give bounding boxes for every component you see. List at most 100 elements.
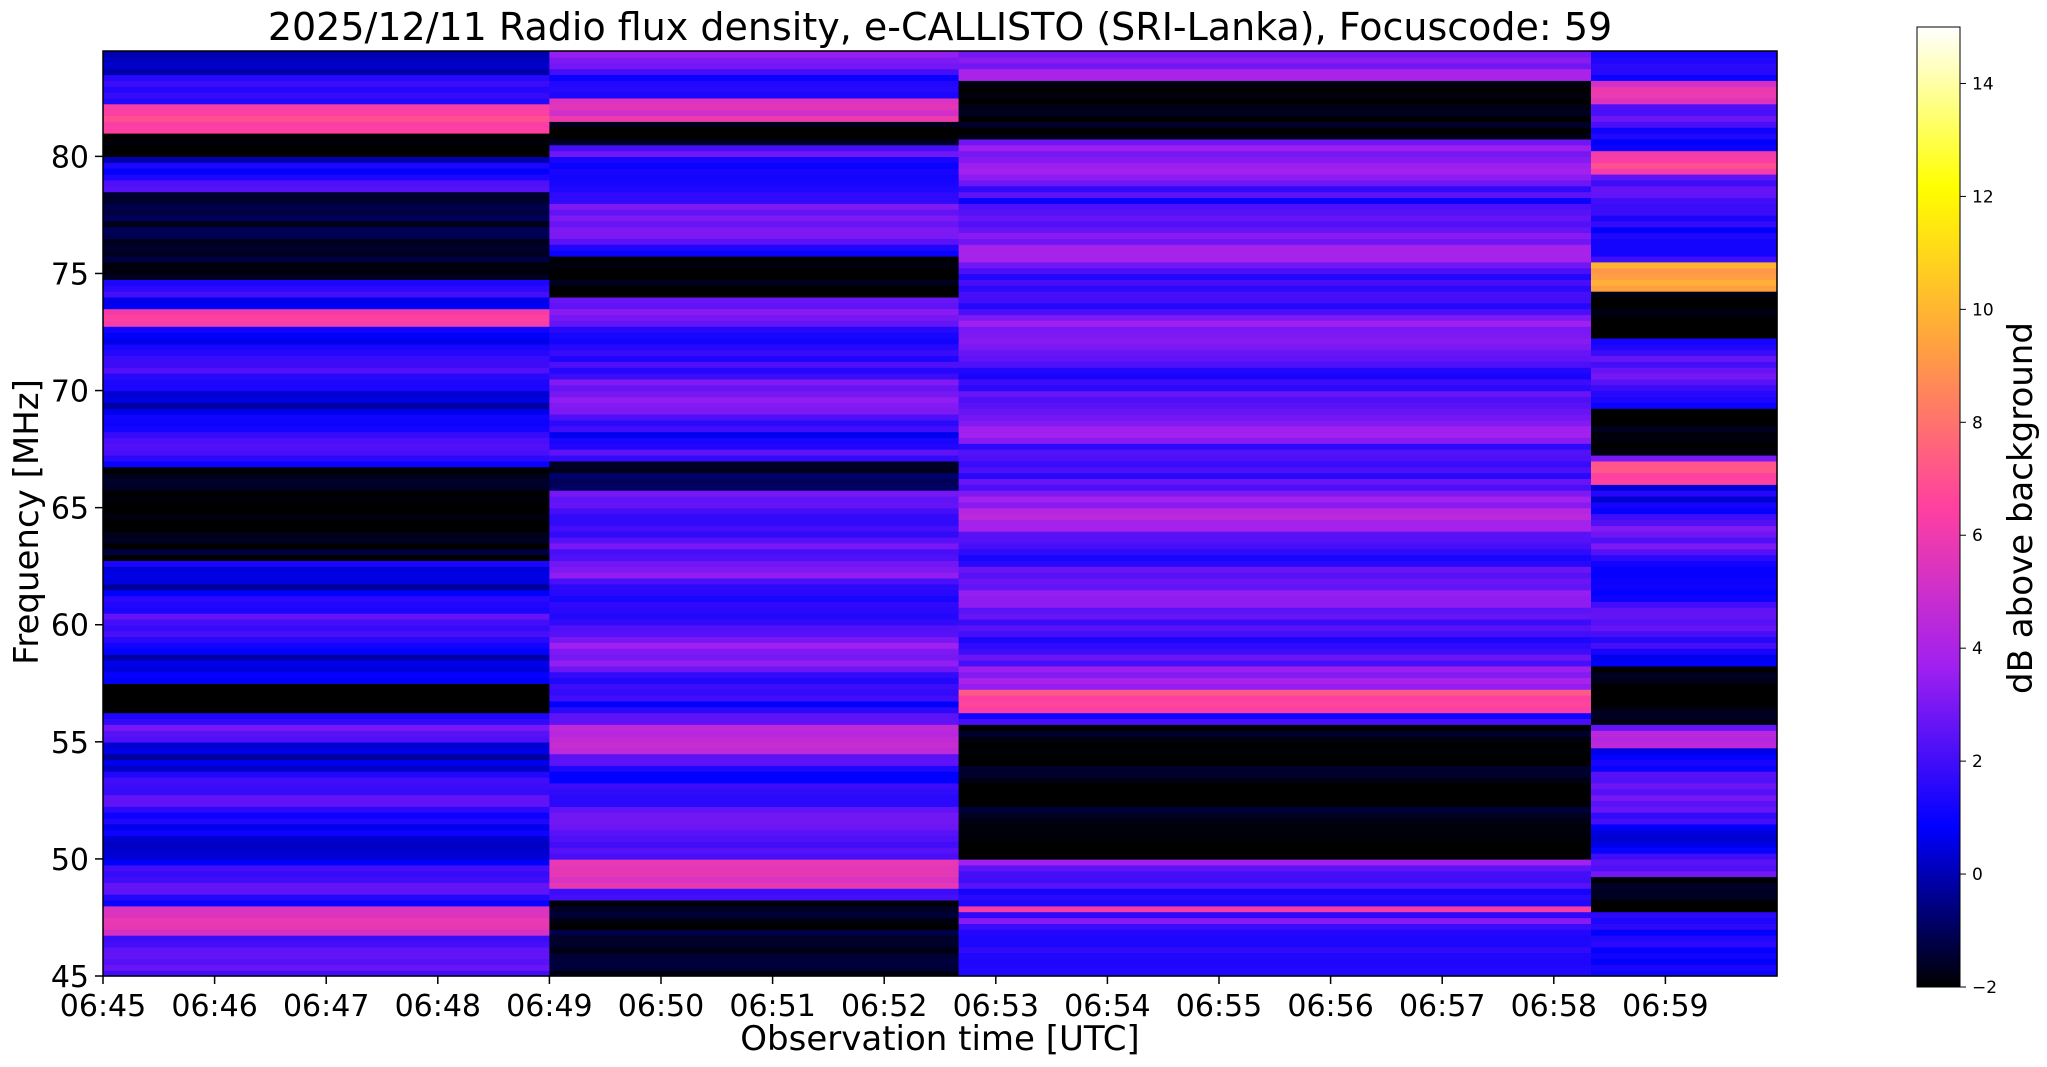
- heatmap-cell: [958, 191, 1592, 198]
- heatmap-cell: [103, 478, 550, 485]
- heatmap-cell: [958, 671, 1592, 679]
- heatmap-cell: [549, 911, 960, 919]
- heatmap-cell: [1591, 624, 1778, 632]
- heatmap-cell: [103, 642, 550, 649]
- heatmap-cell: [103, 162, 550, 169]
- heatmap-cell: [958, 776, 1592, 784]
- heatmap-cell: [103, 279, 550, 286]
- heatmap-cell: [103, 601, 550, 608]
- heatmap-cell: [958, 911, 1592, 919]
- heatmap-cell: [958, 683, 1592, 690]
- heatmap-cell: [1591, 566, 1778, 573]
- heatmap-cell: [549, 677, 960, 684]
- colorbar-tick-label: 12: [1972, 187, 1994, 207]
- heatmap-cell: [103, 168, 550, 175]
- y-axis: 45 50 55 60 65 70 75 80: [51, 140, 103, 995]
- colorbar-gradient: [1916, 26, 1961, 988]
- heatmap-cell: [549, 373, 960, 380]
- heatmap-cell: [549, 601, 960, 608]
- heatmap-cell: [103, 332, 550, 339]
- heatmap-cell: [549, 800, 960, 807]
- heatmap-cell: [103, 86, 550, 93]
- heatmap-cell: [549, 642, 960, 649]
- heatmap-cell: [1591, 238, 1778, 245]
- heatmap-cell: [958, 373, 1592, 380]
- heatmap-cell: [103, 800, 550, 807]
- heatmap-cell: [103, 296, 550, 304]
- heatmap-cell: [549, 220, 960, 228]
- heatmap-cell: [1591, 203, 1778, 210]
- heatmap-cell: [549, 86, 960, 93]
- heatmap-cell: [1591, 935, 1778, 942]
- heatmap-cell: [958, 964, 1592, 971]
- heatmap-cell: [1591, 402, 1778, 409]
- heatmap-cell: [1591, 361, 1778, 368]
- heatmap-cell: [1591, 800, 1778, 807]
- heatmap-cell: [958, 138, 1592, 146]
- heatmap-cell: [103, 548, 550, 556]
- heatmap-cell: [549, 724, 960, 731]
- heatmap-cell: [958, 396, 1592, 403]
- heatmap-cell: [549, 630, 960, 638]
- heatmap-cell: [1591, 419, 1778, 427]
- heatmap-cell: [103, 817, 550, 825]
- heatmap-cell: [1591, 80, 1778, 87]
- colorbar-ticks: −2 0 2 4 6 8 10 12 14: [1960, 74, 1997, 998]
- heatmap-cell: [1591, 109, 1778, 116]
- heatmap-cell: [1591, 460, 1778, 468]
- heatmap-cell: [103, 51, 550, 58]
- heatmap-cell: [958, 150, 1592, 157]
- heatmap-cell: [103, 899, 550, 907]
- heatmap-cell: [1591, 373, 1778, 380]
- heatmap-cell: [549, 314, 960, 321]
- heatmap-cell: [103, 138, 550, 146]
- heatmap-cell: [958, 858, 1592, 866]
- heatmap-cell: [958, 267, 1592, 275]
- heatmap-cell: [958, 636, 1592, 643]
- heatmap-cell: [103, 671, 550, 679]
- heatmap-cell: [958, 835, 1592, 842]
- heatmap-cell: [1591, 495, 1778, 503]
- y-tick-label: 75: [51, 257, 89, 292]
- heatmap-cell: [958, 618, 1592, 626]
- heatmap-cell: [549, 185, 960, 193]
- heatmap-cell: [958, 244, 1592, 251]
- heatmap-cell: [549, 806, 960, 813]
- heatmap-cell: [549, 894, 960, 901]
- heatmap-cell: [958, 794, 1592, 801]
- heatmap-cell: [1591, 618, 1778, 626]
- heatmap-cell: [549, 560, 960, 567]
- heatmap-cell: [1591, 554, 1778, 561]
- heatmap-cell: [549, 648, 960, 655]
- heatmap-cell: [103, 373, 550, 380]
- heatmap-cell: [103, 870, 550, 878]
- heatmap-cell: [1591, 829, 1778, 837]
- heatmap-cell: [1591, 899, 1778, 907]
- heatmap-cell: [549, 595, 960, 602]
- heatmap-cell: [1591, 648, 1778, 655]
- heatmap-cell: [958, 156, 1592, 163]
- heatmap-cell: [103, 367, 550, 374]
- heatmap-cell: [103, 542, 550, 550]
- heatmap-cell: [549, 718, 960, 725]
- heatmap-cell: [958, 806, 1592, 813]
- heatmap-cell: [1591, 232, 1778, 239]
- heatmap-cell: [549, 940, 960, 948]
- heatmap-cell: [549, 291, 960, 298]
- heatmap-cell: [549, 554, 960, 561]
- heatmap-cell: [549, 730, 960, 737]
- heatmap-cell: [958, 308, 1592, 316]
- heatmap-cell: [103, 232, 550, 239]
- heatmap-cell: [958, 935, 1592, 942]
- heatmap-cell: [958, 361, 1592, 368]
- heatmap-cell: [958, 695, 1592, 702]
- heatmap-cell: [549, 92, 960, 99]
- heatmap-cell: [958, 624, 1592, 632]
- heatmap-cell: [103, 853, 550, 860]
- heatmap-cell: [958, 648, 1592, 655]
- heatmap-cell: [958, 566, 1592, 573]
- heatmap-cell: [958, 689, 1592, 696]
- x-tick-label: 06:59: [1622, 989, 1708, 1024]
- heatmap-cell: [549, 244, 960, 251]
- heatmap-cell: [103, 337, 550, 345]
